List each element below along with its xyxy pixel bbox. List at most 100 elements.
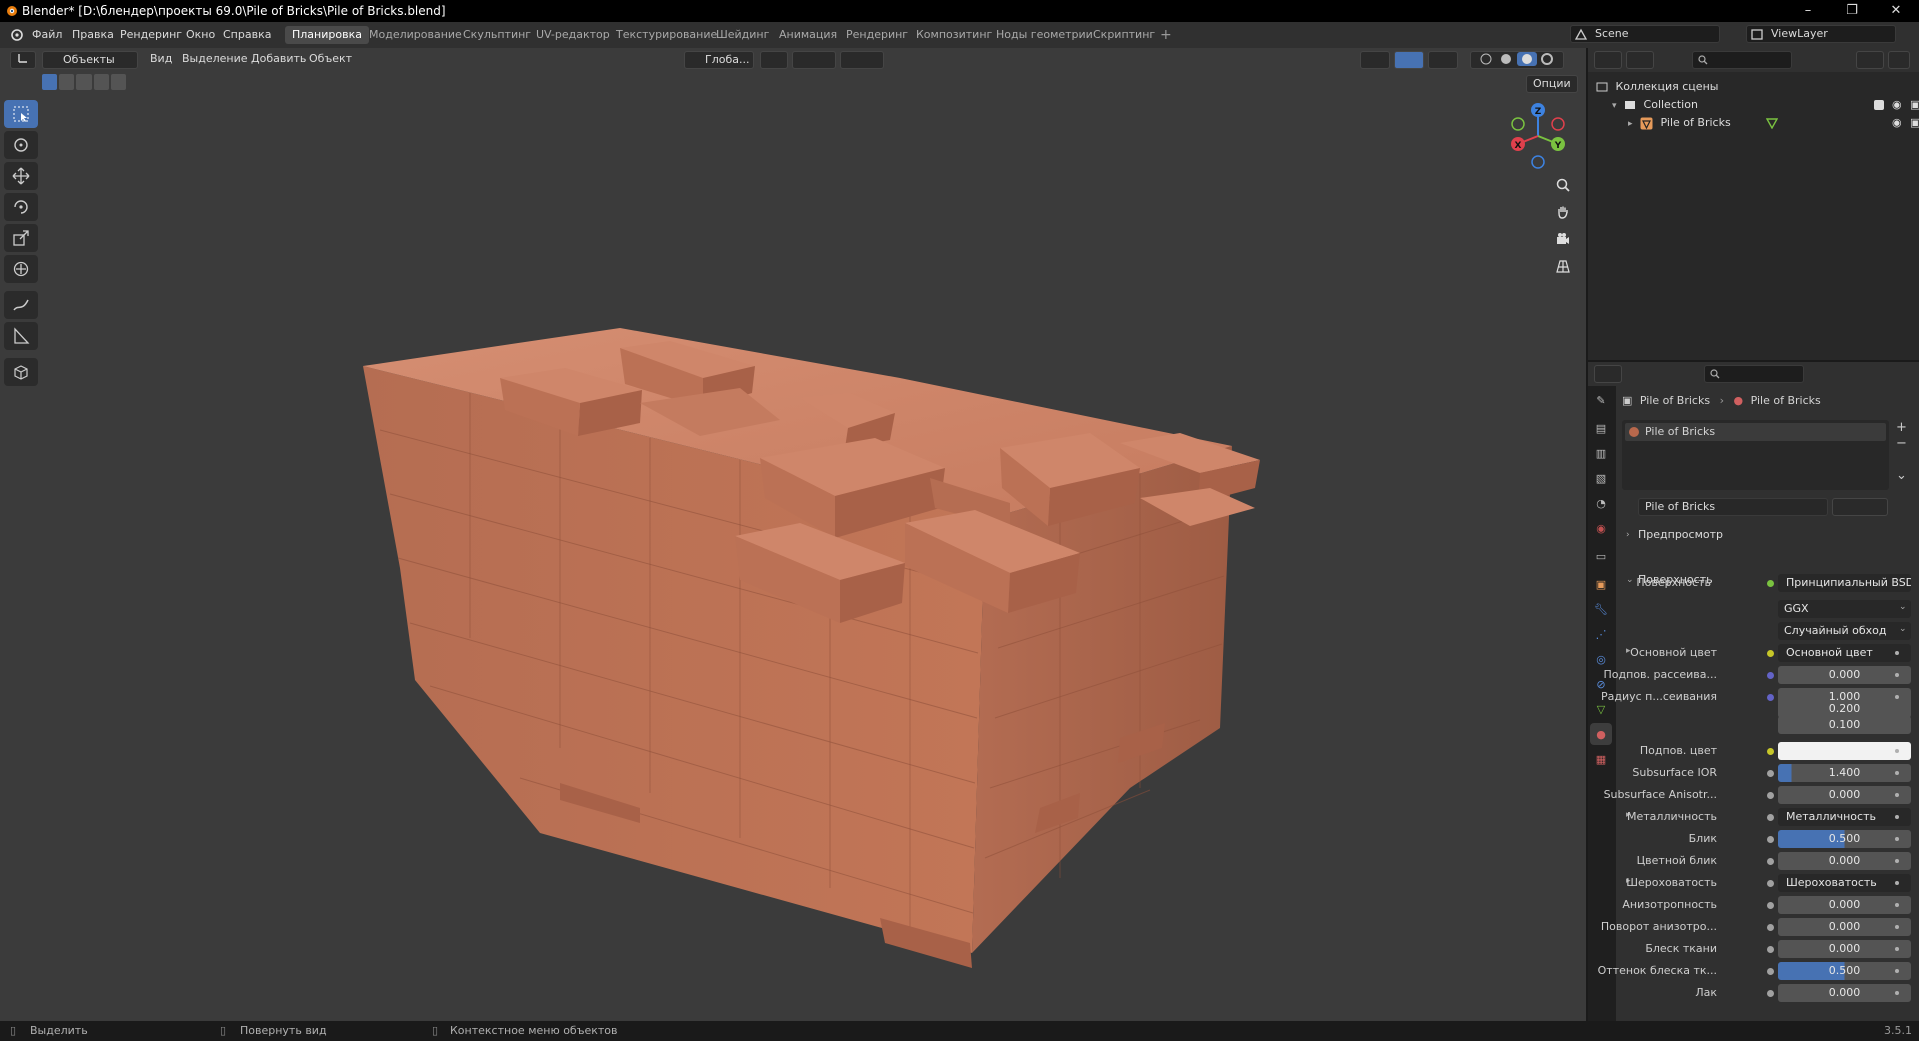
input-socket-icon[interactable] [1767,902,1774,909]
move-tool[interactable] [4,162,38,190]
add-cube-tool[interactable] [4,358,38,386]
tab-compositing[interactable]: Композитинг [909,26,999,44]
select-intersect-mode[interactable] [110,74,127,90]
tab-modeling[interactable]: Моделирование [362,26,469,44]
outliner-scene-collection[interactable]: Коллекция сцены [1596,78,1718,96]
subsurface-method-dropdown[interactable]: Случайный обход [1778,622,1911,640]
pivot-dropdown[interactable] [760,51,788,69]
outliner-display-mode[interactable] [1626,51,1654,69]
gizmo-toggle[interactable] [1394,51,1424,69]
chevron-down-icon[interactable]: ▾ [1612,101,1617,111]
measure-tool[interactable] [4,322,38,350]
keyframe-dot-icon[interactable] [1895,969,1899,973]
shading-modes[interactable] [1470,51,1564,69]
output-tab-icon[interactable]: ▥ [1590,442,1612,464]
blender-menu-icon[interactable] [9,27,23,41]
visibility-dropdown[interactable] [1360,51,1390,69]
tool-tab-icon[interactable]: ✎ [1590,389,1612,411]
outliner-filter[interactable] [1856,51,1884,69]
tab-shading[interactable]: Шейдинг [709,26,776,44]
outliner-collection-row[interactable]: ▾ Collection ◉ ▣ [1612,96,1919,114]
keyframe-dot-icon[interactable] [1895,651,1899,655]
menu-file[interactable]: Файл [32,28,62,41]
keyframe-dot-icon[interactable] [1895,673,1899,677]
tab-animation[interactable]: Анимация [772,26,844,44]
bsdf-input-value[interactable]: 0.000 [1778,666,1911,684]
input-socket-icon[interactable] [1767,924,1774,931]
tab-sculpting[interactable]: Скульптинг [456,26,538,44]
bsdf-input-value[interactable]: 0.000 [1778,786,1911,804]
object-eye-icon[interactable]: ◉ [1892,114,1902,132]
rotate-tool[interactable] [4,193,38,221]
input-socket-icon[interactable] [1767,672,1774,679]
input-socket-icon[interactable] [1767,770,1774,777]
world-tab-icon[interactable]: ◉ [1590,517,1612,539]
material-slot-list[interactable]: Pile of Bricks [1622,420,1889,490]
options-button[interactable]: Опции [1526,75,1578,93]
input-socket-icon[interactable] [1767,990,1774,997]
surface-shader-value[interactable]: Принципиальный BSDF [1778,574,1911,592]
input-socket-icon[interactable] [1767,836,1774,843]
close-window-button[interactable]: ✕ [1874,0,1918,22]
object-tab-icon[interactable]: ▣ [1590,573,1612,595]
tab-scripting[interactable]: Скриптинг [1086,26,1162,44]
keyframe-dot-icon[interactable] [1895,859,1899,863]
properties-editor-type[interactable] [1594,365,1622,383]
menu-object[interactable]: Объект [309,52,352,65]
menu-add[interactable]: Добавить [251,52,306,65]
bsdf-input-value[interactable]: 0.100 [1778,716,1911,734]
tab-uv-editing[interactable]: UV-редактор [529,26,617,44]
input-socket-icon[interactable] [1767,858,1774,865]
bsdf-input-value[interactable]: Металличность [1778,808,1911,826]
keyframe-dot-icon[interactable] [1895,947,1899,951]
material-name-field[interactable]: Pile of Bricks [1638,498,1828,516]
transform-orientation-dropdown[interactable]: Глоба... [684,51,754,69]
navigation-gizmo[interactable]: Z Y X [1506,100,1570,172]
material-tab-icon[interactable]: ● [1590,723,1612,745]
bsdf-input-value[interactable] [1778,742,1911,760]
eye-icon[interactable]: ◉ [1892,96,1902,114]
menu-render[interactable]: Рендеринг [120,28,182,41]
modifier-tab-icon[interactable]: 🔧︎ [1590,598,1612,620]
menu-view[interactable]: Вид [150,52,172,65]
transform-tool[interactable] [4,255,38,283]
select-invert-mode[interactable] [93,74,109,90]
bsdf-input-value[interactable]: 0.000 [1778,940,1911,958]
zoom-button[interactable] [1550,172,1576,198]
tab-texture-paint[interactable]: Текстурирование [609,26,724,44]
bsdf-input-value[interactable]: 0.000 [1778,984,1911,1002]
scene-tab-icon[interactable]: ◔ [1590,492,1612,514]
annotate-tool[interactable] [4,291,38,319]
restore-button[interactable]: ❐ [1830,0,1874,22]
input-socket-icon[interactable] [1767,748,1774,755]
texture-tab-icon[interactable]: ▦ [1590,748,1612,770]
outliner-editor-type[interactable] [1594,51,1622,69]
minimize-button[interactable]: – [1786,0,1830,22]
bsdf-input-value[interactable]: Основной цвет [1778,644,1911,662]
material-actions[interactable] [1832,498,1888,516]
exclude-checkbox[interactable] [1874,100,1884,110]
mode-dropdown[interactable]: Объекты [42,51,138,69]
material-datablock[interactable]: Pile of Bricks [1622,498,1910,518]
editor-type-button[interactable] [10,51,36,69]
perspective-toggle-button[interactable] [1550,253,1576,279]
keyframe-dot-icon[interactable] [1895,881,1899,885]
physics-tab-icon[interactable]: ◎ [1590,648,1612,670]
input-socket-icon[interactable] [1767,792,1774,799]
object-render-icon[interactable]: ▣ [1910,114,1919,132]
keyframe-dot-icon[interactable] [1895,793,1899,797]
camera-render-icon[interactable]: ▣ [1910,96,1919,114]
scale-tool[interactable] [4,224,38,252]
cursor-tool[interactable] [4,131,38,159]
viewlayer-selector[interactable]: ViewLayer [1746,25,1896,43]
select-mode-buttons[interactable] [42,74,127,90]
keyframe-dot-icon[interactable] [1895,771,1899,775]
snap-toggle[interactable] [792,51,836,69]
bsdf-input-value[interactable]: Шероховатость [1778,874,1911,892]
3d-viewport[interactable] [0,48,1586,1021]
particles-tab-icon[interactable]: ⋰ [1590,623,1612,645]
keyframe-dot-icon[interactable] [1895,749,1899,753]
select-subtract-mode[interactable] [76,74,92,90]
add-workspace-button[interactable]: + [1153,26,1179,44]
menu-select[interactable]: Выделение [182,52,248,65]
